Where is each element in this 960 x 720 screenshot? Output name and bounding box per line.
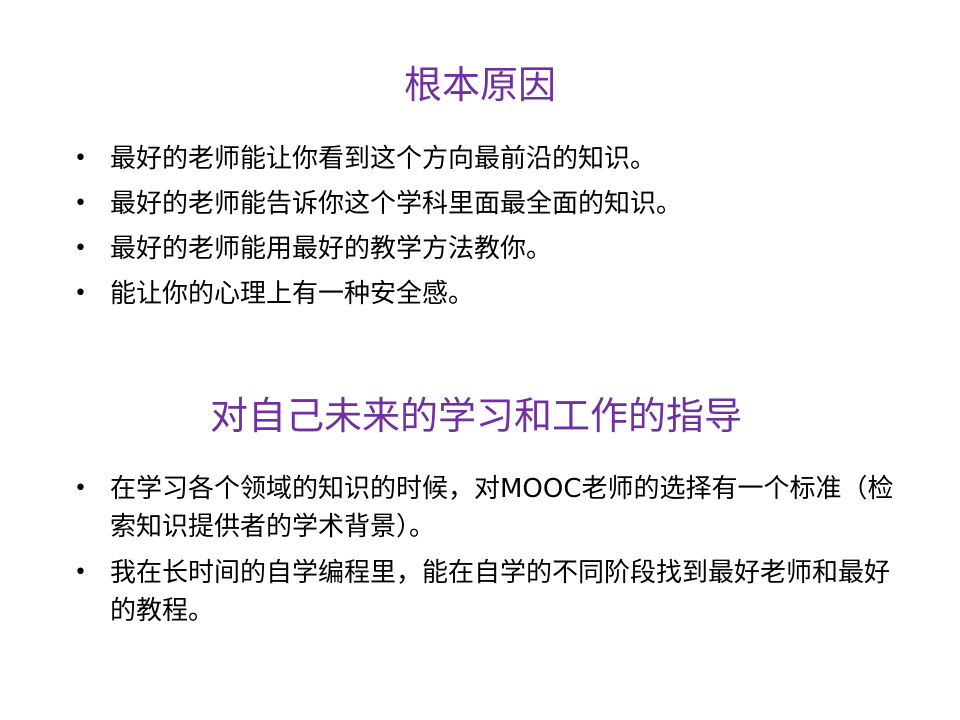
list-item: • 最好的老师能用最好的教学方法教你。	[72, 230, 892, 275]
bullet-icon: •	[74, 281, 87, 306]
bullet-icon: •	[74, 476, 87, 501]
list-item-text: 最好的老师能让你看到这个方向最前沿的知识。	[110, 144, 657, 174]
bullet-icon: •	[74, 560, 87, 585]
bullet-icon: •	[74, 236, 87, 261]
list-item-text: 能让你的心理上有一种安全感。	[110, 279, 475, 309]
slide: 根本原因 • 最好的老师能让你看到这个方向最前沿的知识。 • 最好的老师能告诉你…	[0, 0, 960, 720]
section-title-root-causes: 根本原因	[403, 63, 556, 107]
list-item: • 我在长时间的自学编程里，能在自学的不同阶段找到最好老师和最好的教程。	[72, 554, 912, 630]
bullet-icon: •	[74, 146, 87, 171]
list-item: • 最好的老师能告诉你这个学科里面最全面的知识。	[72, 185, 892, 230]
list-item: • 能让你的心理上有一种安全感。	[72, 275, 892, 320]
list-item-text: 我在长时间的自学编程里，能在自学的不同阶段找到最好老师和最好的教程。	[110, 558, 891, 626]
guidance-list: • 在学习各个领域的知识的时候，对MOOC老师的选择有一个标准（检索知识提供者的…	[72, 470, 912, 638]
section-title-guidance: 对自己未来的学习和工作的指导	[210, 394, 743, 438]
list-item-text: 最好的老师能用最好的教学方法教你。	[110, 234, 553, 264]
list-item-text: 在学习各个领域的知识的时候，对MOOC老师的选择有一个标准（检索知识提供者的学术…	[110, 474, 894, 542]
list-item: • 在学习各个领域的知识的时候，对MOOC老师的选择有一个标准（检索知识提供者的…	[72, 470, 912, 546]
list-item-text: 最好的老师能告诉你这个学科里面最全面的知识。	[110, 189, 683, 219]
bullet-icon: •	[74, 191, 87, 216]
root-causes-list: • 最好的老师能让你看到这个方向最前沿的知识。 • 最好的老师能告诉你这个学科里…	[72, 140, 892, 320]
list-item: • 最好的老师能让你看到这个方向最前沿的知识。	[72, 140, 892, 185]
